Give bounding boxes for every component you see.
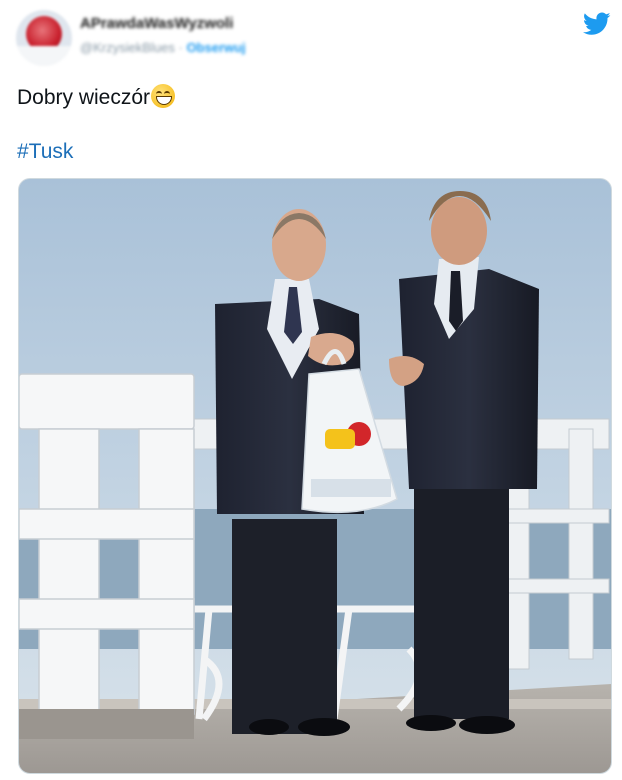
display-name[interactable]: APrawdaWasWyzwoli <box>80 15 233 32</box>
user-handle[interactable]: @KrzysiekBlues <box>80 40 175 55</box>
photo-image <box>19 179 611 773</box>
grinning-face-emoji-icon <box>151 84 176 108</box>
twitter-bird-icon[interactable] <box>583 12 611 36</box>
tweet-text: Dobry wieczór <box>17 84 176 110</box>
tweet-photo[interactable] <box>18 178 612 774</box>
hashtag-link[interactable]: #Tusk <box>17 140 73 164</box>
handle-line: @KrzysiekBlues · Obserwuj <box>80 40 246 55</box>
follow-link[interactable]: Obserwuj <box>186 40 245 55</box>
handle-separator: · <box>178 40 183 55</box>
tweet-text-content: Dobry wieczór <box>17 86 151 109</box>
avatar[interactable] <box>16 10 72 66</box>
avatar-band <box>16 46 72 66</box>
tweet-card: APrawdaWasWyzwoli @KrzysiekBlues · Obser… <box>0 0 622 780</box>
